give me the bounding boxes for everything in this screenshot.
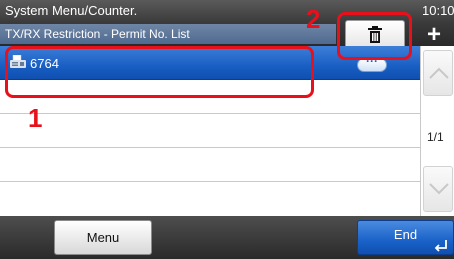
menu-button-label: Menu [86, 230, 120, 245]
annotation-box-1 [5, 46, 314, 98]
breadcrumb: TX/RX Restriction - Permit No. List [0, 24, 336, 44]
annotation-number-1: 1 [28, 103, 43, 133]
annotation-box-2 [337, 12, 412, 60]
page-indicator: 1/1 [427, 130, 444, 144]
list-item[interactable] [0, 114, 420, 148]
breadcrumb-label: TX/RX Restriction - Permit No. List [5, 27, 190, 41]
list-item[interactable] [0, 182, 420, 216]
add-button[interactable]: + [414, 23, 454, 48]
footer-bar: Menu End [0, 216, 454, 259]
scrollbar: 1/1 [420, 46, 454, 216]
clock: 10:10 [422, 3, 454, 18]
end-button[interactable]: End [357, 220, 454, 255]
list-item[interactable] [0, 148, 420, 182]
annotation-number-2: 2 [306, 4, 321, 34]
chevron-up-icon [429, 67, 449, 79]
scroll-up-button[interactable] [423, 50, 453, 96]
enter-icon [434, 240, 447, 252]
chevron-down-icon [429, 183, 449, 195]
page-title: System Menu/Counter. [5, 3, 138, 18]
scroll-down-button[interactable] [423, 166, 453, 212]
menu-button[interactable]: Menu [54, 220, 152, 255]
detail-button[interactable]: ··· [357, 54, 387, 72]
